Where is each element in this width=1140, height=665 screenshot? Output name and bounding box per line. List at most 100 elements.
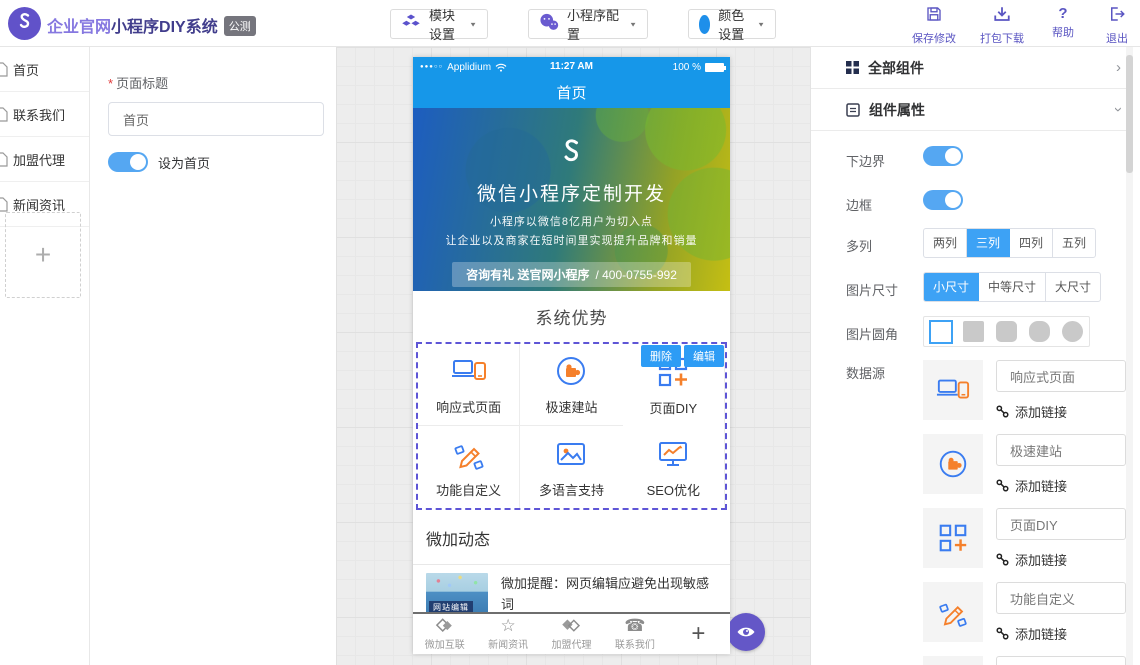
- news-thumbnail: 网站编辑: [426, 573, 488, 617]
- option-five-col[interactable]: 五列: [1053, 229, 1095, 257]
- component-props-header[interactable]: 组件属性 ›: [811, 89, 1133, 131]
- phone-status-bar: ●●●○○ Applidium 11:27 AM 100 %: [413, 57, 730, 77]
- add-page-button[interactable]: +: [5, 212, 81, 298]
- battery-icon: [705, 63, 724, 72]
- option-two-col[interactable]: 两列: [924, 229, 967, 257]
- tab-agent[interactable]: 加盟代理: [540, 614, 603, 654]
- bottom-margin-toggle[interactable]: [923, 146, 963, 166]
- page-title-label: *页面标题: [108, 73, 168, 92]
- plus-icon: +: [691, 620, 705, 648]
- add-link-button[interactable]: 添加链接: [996, 550, 1067, 569]
- scrollbar-track[interactable]: [1126, 47, 1133, 665]
- miniprogram-config-dropdown[interactable]: 小程序配置 ▼: [528, 9, 648, 39]
- radius-option-small[interactable]: [957, 317, 990, 346]
- datasource-name-input[interactable]: [996, 434, 1126, 466]
- border-toggle[interactable]: [923, 190, 963, 210]
- color-swatch-icon: [699, 15, 710, 34]
- app-logo: [8, 7, 41, 40]
- tab-add-button[interactable]: +: [667, 614, 730, 654]
- set-home-row: 设为首页: [108, 152, 210, 172]
- seo-icon: [655, 436, 691, 472]
- beta-badge: 公测: [224, 16, 256, 36]
- radius-option-circle[interactable]: [1056, 317, 1089, 346]
- grid-cell-seo[interactable]: SEO优化: [623, 426, 725, 508]
- page-diy-icon: [936, 521, 970, 555]
- phone-icon: ☎: [624, 617, 645, 635]
- fast-build-icon: [936, 447, 970, 481]
- datasource-thumb: [923, 656, 983, 665]
- option-three-col[interactable]: 三列: [967, 229, 1010, 257]
- save-button[interactable]: 保存修改: [910, 5, 958, 46]
- sidebar-item-home[interactable]: 首页: [0, 47, 89, 92]
- tab-news[interactable]: ☆ 新闻资讯: [476, 614, 539, 654]
- add-link-button[interactable]: 添加链接: [996, 476, 1067, 495]
- datasource-name-input[interactable]: [996, 360, 1126, 392]
- wechat-icon: [539, 13, 559, 36]
- grid-cell-responsive[interactable]: 响应式页面: [418, 344, 520, 426]
- fast-build-icon: [553, 353, 589, 389]
- datasource-name-input[interactable]: [996, 656, 1126, 665]
- module-settings-dropdown[interactable]: 模块设置 ▼: [390, 9, 488, 39]
- img-radius-options: [923, 316, 1090, 347]
- caret-down-icon: ▼: [469, 20, 477, 27]
- option-four-col[interactable]: 四列: [1010, 229, 1053, 257]
- option-size-medium[interactable]: 中等尺寸: [979, 273, 1046, 301]
- delete-component-button[interactable]: 删除: [641, 345, 681, 367]
- option-size-large[interactable]: 大尺寸: [1046, 273, 1100, 301]
- save-icon: [925, 5, 943, 28]
- color-settings-dropdown[interactable]: 颜色设置 ▼: [688, 9, 776, 39]
- grid-cell-multilang[interactable]: 多语言支持: [520, 426, 622, 508]
- tab-weijia[interactable]: 微加互联: [413, 614, 476, 654]
- page-title-input[interactable]: [108, 102, 324, 136]
- datasource-item: 添加链接: [923, 434, 1128, 494]
- download-button[interactable]: 打包下载: [978, 5, 1026, 46]
- add-link-button[interactable]: 添加链接: [996, 624, 1067, 643]
- banner-slide[interactable]: 微信小程序定制开发 小程序以微信8亿用户为切入点 让企业以及商家在短时间里实现提…: [413, 108, 730, 291]
- custom-function-icon: [451, 436, 487, 472]
- caret-down-icon: ▼: [629, 20, 637, 27]
- phone-tabbar: 微加互联 ☆ 新闻资讯 加盟代理 ☎ 联系我们 +: [413, 612, 730, 654]
- sidebar-item-agent[interactable]: 加盟代理: [0, 137, 89, 182]
- selected-grid-component[interactable]: 删除 编辑 响应式页面 极速建站 页面DIY 功能自定义 多语言支持: [416, 342, 727, 510]
- datasource-item: 添加链接: [923, 360, 1128, 420]
- grid-cell-fast-build[interactable]: 极速建站: [520, 344, 622, 426]
- weijia-logo-icon: [15, 11, 35, 36]
- edit-component-button[interactable]: 编辑: [684, 345, 724, 367]
- sidebar-item-contact[interactable]: 联系我们: [0, 92, 89, 137]
- custom-function-icon: [936, 595, 970, 629]
- banner-contact-pill: 咨询有礼 送官网小程序/ 400-0755-992: [452, 262, 691, 287]
- all-components-header[interactable]: 全部组件 ›: [811, 47, 1133, 89]
- datasource-item: [923, 656, 1128, 665]
- tags-icon: [561, 618, 583, 635]
- help-button[interactable]: ? 帮助: [1046, 5, 1080, 46]
- document-icon: [0, 197, 8, 212]
- add-link-button[interactable]: 添加链接: [996, 402, 1067, 421]
- inspector-panel: 全部组件 › 组件属性 › 下边界 边框 多列 两列 三列 四列 五列 图片尺寸…: [810, 47, 1133, 665]
- editor-canvas: ●●●○○ Applidium 11:27 AM 100 % 首页 微信小程序定…: [336, 47, 810, 665]
- header-actions: 保存修改 打包下载 ? 帮助 退出: [910, 5, 1134, 46]
- radius-option-medium[interactable]: [990, 317, 1023, 346]
- preview-button[interactable]: [727, 613, 765, 651]
- document-icon: [0, 62, 8, 77]
- datasource-name-input[interactable]: [996, 582, 1126, 614]
- help-icon: ?: [1058, 5, 1067, 22]
- document-icon: [0, 152, 8, 167]
- img-radius-label: 图片圆角: [846, 324, 898, 343]
- datasource-thumb: [923, 508, 983, 568]
- link-icon: [996, 405, 1009, 418]
- plus-icon: +: [35, 239, 51, 271]
- datasource-name-input[interactable]: [996, 508, 1126, 540]
- banner-subtitle-2: 让企业以及商家在短时间里实现提升品牌和销量: [413, 232, 730, 248]
- page-settings-panel: *页面标题 设为首页: [91, 47, 336, 665]
- scrollbar-thumb[interactable]: [1126, 55, 1133, 173]
- tab-contact[interactable]: ☎ 联系我们: [603, 614, 666, 654]
- grid-cell-custom-func[interactable]: 功能自定义: [418, 426, 520, 508]
- radius-option-large[interactable]: [1023, 317, 1056, 346]
- radius-option-none-selected[interactable]: [924, 317, 957, 346]
- responsive-page-icon: [451, 353, 487, 389]
- option-size-small[interactable]: 小尺寸: [924, 273, 979, 301]
- multi-col-label: 多列: [846, 236, 872, 255]
- set-home-toggle[interactable]: [108, 152, 148, 172]
- news-section-heading: 微加动态: [413, 510, 730, 565]
- exit-button[interactable]: 退出: [1100, 5, 1134, 46]
